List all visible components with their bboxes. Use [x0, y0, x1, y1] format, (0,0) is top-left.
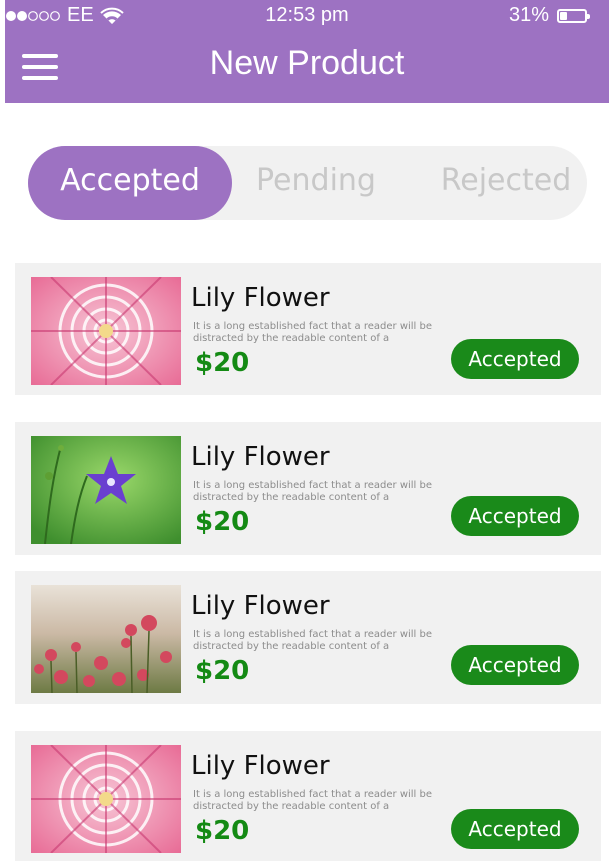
- page-title: New Product: [209, 44, 405, 82]
- product-price: $20: [195, 816, 250, 846]
- accepted-status-button[interactable]: Accepted: [451, 645, 579, 685]
- product-image: [31, 585, 181, 693]
- product-description: It is a long established fact that a rea…: [193, 629, 433, 652]
- product-card[interactable]: Lily Flower It is a long established fac…: [15, 422, 601, 555]
- product-title: Lily Flower: [191, 591, 330, 621]
- product-card[interactable]: Lily Flower It is a long established fac…: [15, 731, 601, 861]
- accepted-status-button[interactable]: Accepted: [451, 809, 579, 849]
- purple-bellflower-image: [31, 436, 181, 544]
- battery-tip: [587, 13, 590, 19]
- pink-dahlia-image: [31, 745, 181, 853]
- status-bar: EE 12:53 pm 31%: [5, 4, 609, 32]
- product-card[interactable]: Lily Flower It is a long established fac…: [15, 571, 601, 704]
- tab-accepted[interactable]: Accepted: [28, 146, 232, 220]
- product-title: Lily Flower: [191, 751, 330, 781]
- battery-level-fill: [560, 11, 567, 20]
- product-description: It is a long established fact that a rea…: [193, 789, 433, 812]
- accepted-status-button[interactable]: Accepted: [451, 339, 579, 379]
- product-price: $20: [195, 507, 250, 537]
- product-title: Lily Flower: [191, 442, 330, 472]
- dahlia-field-image: [31, 585, 181, 693]
- app-header: EE 12:53 pm 31% New Product: [5, 0, 609, 103]
- product-title: Lily Flower: [191, 283, 330, 313]
- accepted-status-button[interactable]: Accepted: [451, 496, 579, 536]
- product-image: [31, 436, 181, 544]
- product-description: It is a long established fact that a rea…: [193, 321, 433, 344]
- product-price: $20: [195, 348, 250, 378]
- tab-pending[interactable]: Pending: [246, 146, 386, 220]
- tab-rejected[interactable]: Rejected: [436, 146, 576, 220]
- product-image: [31, 745, 181, 853]
- battery-status: 31%: [508, 4, 590, 27]
- battery-percent: 31%: [508, 4, 549, 26]
- pink-dahlia-image: [31, 277, 181, 385]
- status-tab-bar: Accepted Pending Rejected: [28, 146, 587, 220]
- product-image: [31, 277, 181, 385]
- product-description: It is a long established fact that a rea…: [193, 480, 433, 503]
- product-price: $20: [195, 656, 250, 686]
- battery-icon: [557, 8, 590, 23]
- product-card[interactable]: Lily Flower It is a long established fac…: [15, 263, 601, 395]
